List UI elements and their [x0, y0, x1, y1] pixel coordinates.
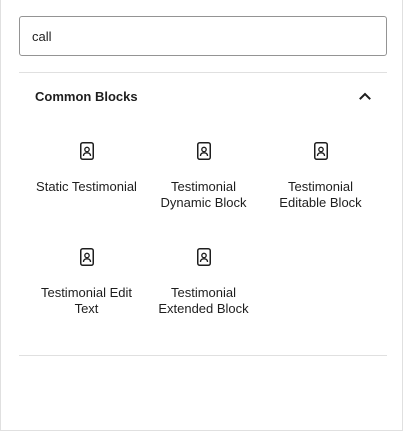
block-item-static-testimonial[interactable]: Static Testimonial — [28, 128, 145, 228]
block-label: Testimonial Editable Block — [279, 179, 362, 210]
block-label: Testimonial Edit Text — [40, 285, 133, 316]
divider — [19, 72, 387, 73]
block-label: Testimonial Extended Block — [158, 285, 249, 316]
block-default-icon — [79, 142, 94, 160]
block-item-testimonial-extended-block[interactable]: Testimonial Extended Block — [145, 234, 262, 334]
block-inserter-panel: Common Blocks Static Testimonial Testimo… — [0, 0, 403, 431]
block-default-icon — [313, 142, 328, 160]
section-title: Common Blocks — [35, 89, 138, 104]
block-label: Testimonial Dynamic Block — [160, 179, 247, 210]
block-default-icon — [196, 248, 211, 266]
block-default-icon — [196, 142, 211, 160]
block-item-testimonial-editable-block[interactable]: Testimonial Editable Block — [262, 128, 379, 228]
search-input[interactable] — [19, 16, 387, 56]
section-header-common-blocks[interactable]: Common Blocks — [19, 78, 387, 116]
block-label: Static Testimonial — [36, 179, 137, 194]
search-field-wrapper — [19, 16, 387, 56]
block-item-testimonial-edit-text[interactable]: Testimonial Edit Text — [28, 234, 145, 334]
chevron-up-icon[interactable] — [357, 88, 373, 104]
block-item-testimonial-dynamic-block[interactable]: Testimonial Dynamic Block — [145, 128, 262, 228]
divider — [19, 355, 387, 356]
block-default-icon — [79, 248, 94, 266]
